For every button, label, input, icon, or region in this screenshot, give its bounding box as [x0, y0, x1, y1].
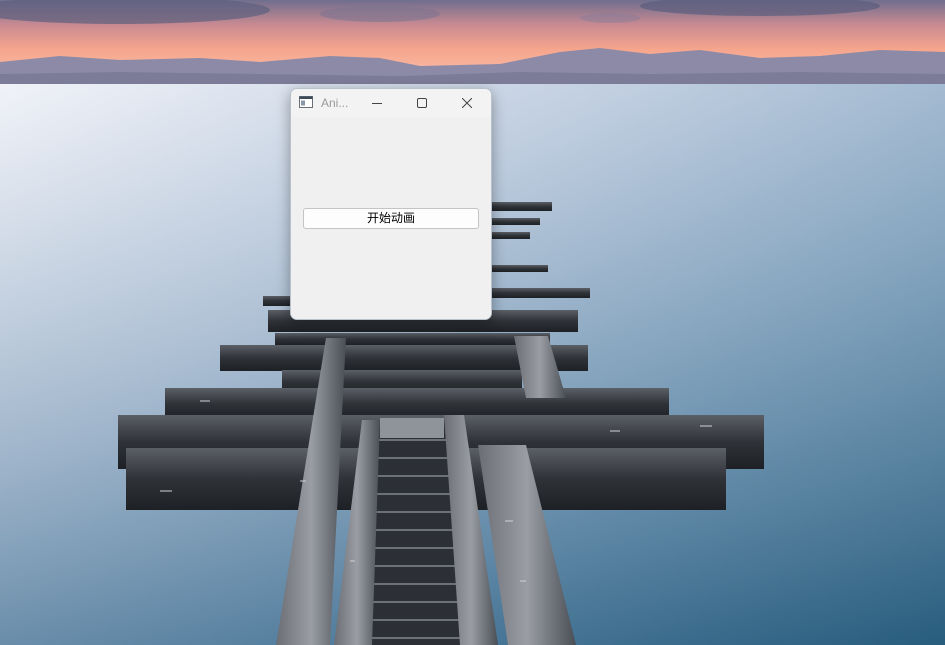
desktop: Ani... 开始动画: [0, 0, 945, 645]
close-icon: [461, 98, 472, 108]
maximize-button[interactable]: [399, 89, 444, 117]
app-window-icon: [299, 96, 313, 108]
minimize-button[interactable]: [354, 89, 399, 117]
client-area: 开始动画: [291, 117, 491, 319]
window-title: Ani...: [321, 96, 349, 110]
app-window[interactable]: Ani... 开始动画: [290, 88, 492, 320]
title-bar[interactable]: Ani...: [291, 89, 491, 117]
maximize-icon: [416, 98, 427, 108]
close-button[interactable]: [444, 89, 489, 117]
start-animation-button[interactable]: 开始动画: [303, 208, 479, 229]
minimize-icon: [371, 103, 382, 104]
